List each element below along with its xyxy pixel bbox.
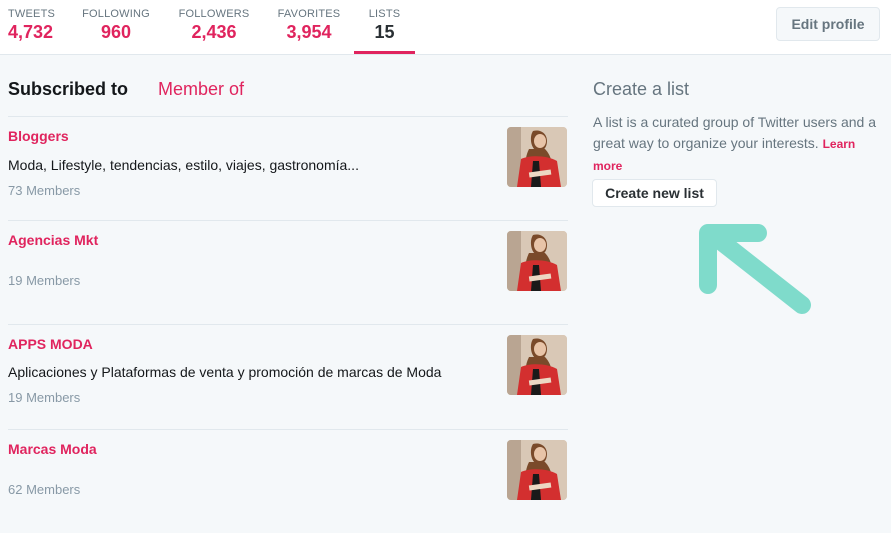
create-list-description: A list is a curated group of Twitter use… (593, 112, 885, 177)
tab-subscribed-to[interactable]: Subscribed to (8, 79, 128, 100)
list-item[interactable]: Agencias Mkt 19 Members (8, 220, 568, 324)
avatar[interactable] (507, 440, 567, 500)
avatar-image (507, 335, 567, 395)
profile-nav: TWEETS 4,732 FOLLOWING 960 FOLLOWERS 2,4… (0, 0, 891, 55)
stat-label: TWEETS (8, 8, 56, 20)
stat-label: FAVORITES (277, 8, 341, 20)
lists-container: Bloggers Moda, Lifestyle, tendencias, es… (8, 116, 568, 533)
stat-value: 2,436 (191, 22, 237, 42)
list-members: 62 Members (8, 482, 81, 497)
stat-label: LISTS (368, 8, 401, 20)
list-name[interactable]: Bloggers (8, 128, 69, 144)
list-item[interactable]: Marcas Moda 62 Members (8, 429, 568, 533)
stat-label: FOLLOWING (82, 8, 150, 20)
avatar-image (507, 440, 567, 500)
stat-following[interactable]: FOLLOWING 960 (82, 0, 150, 54)
avatar-image (507, 127, 567, 187)
create-list-title: Create a list (593, 79, 690, 99)
list-name[interactable]: APPS MODA (8, 336, 93, 352)
list-members: 19 Members (8, 390, 81, 405)
avatar[interactable] (507, 335, 567, 395)
stat-value: 15 (374, 22, 395, 42)
create-new-list-button[interactable]: Create new list (592, 179, 717, 207)
stat-value: 3,954 (286, 22, 332, 42)
stat-lists[interactable]: LISTS 15 (354, 0, 415, 54)
list-item[interactable]: Bloggers Moda, Lifestyle, tendencias, es… (8, 116, 568, 220)
list-members: 19 Members (8, 273, 81, 288)
arrow-icon (699, 224, 811, 314)
list-description: Aplicaciones y Plataformas de venta y pr… (8, 364, 442, 380)
stat-value: 4,732 (8, 22, 54, 42)
stat-label: FOLLOWERS (178, 8, 250, 20)
list-name[interactable]: Agencias Mkt (8, 232, 98, 248)
list-tabs: Subscribed to Member of (8, 79, 568, 109)
edit-profile-button[interactable]: Edit profile (776, 7, 880, 41)
list-item[interactable]: APPS MODA Aplicaciones y Plataformas de … (8, 324, 568, 429)
avatar[interactable] (507, 231, 567, 291)
stat-followers[interactable]: FOLLOWERS 2,436 (178, 0, 250, 54)
list-name[interactable]: Marcas Moda (8, 441, 97, 457)
list-description: Moda, Lifestyle, tendencias, estilo, via… (8, 157, 359, 173)
avatar-image (507, 231, 567, 291)
stat-favorites[interactable]: FAVORITES 3,954 (276, 0, 342, 54)
tab-member-of[interactable]: Member of (158, 79, 244, 100)
active-tab-indicator (354, 51, 415, 54)
stat-value: 960 (100, 22, 132, 42)
avatar[interactable] (507, 127, 567, 187)
stat-tweets[interactable]: TWEETS 4,732 (8, 0, 60, 54)
list-members: 73 Members (8, 183, 81, 198)
